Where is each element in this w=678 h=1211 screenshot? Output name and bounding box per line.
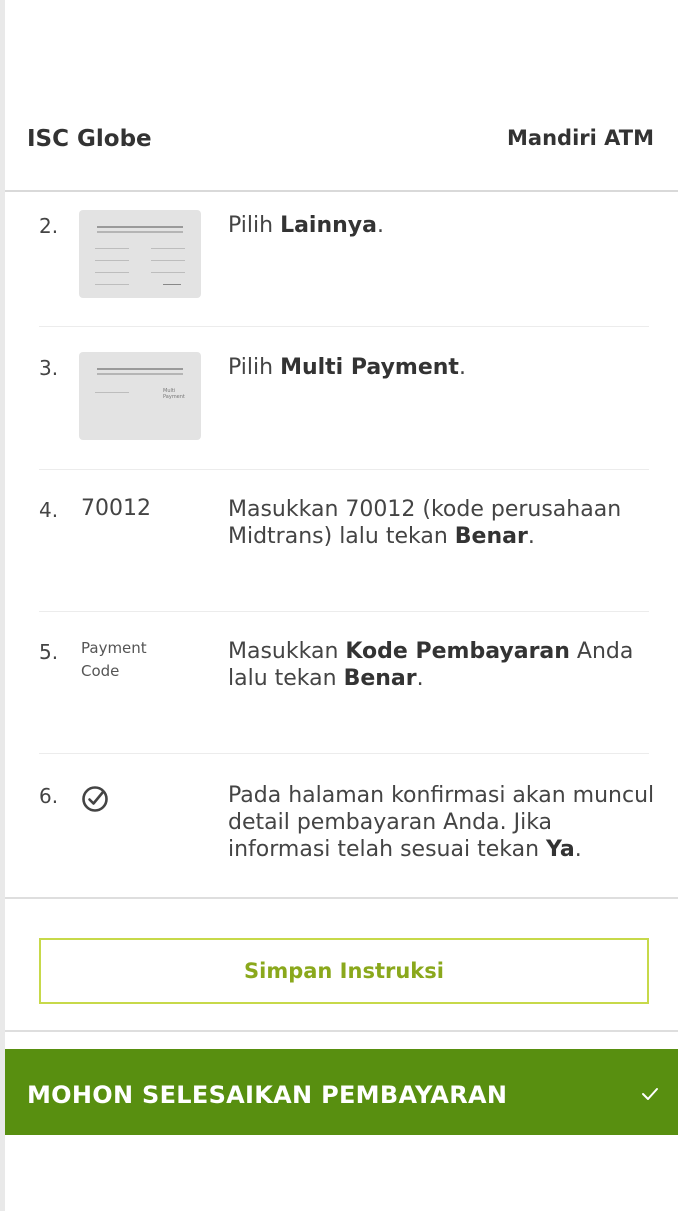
screen-multipayment-thumbnail: Multi Payment bbox=[79, 352, 201, 440]
section-divider bbox=[5, 1030, 678, 1032]
step-number: 2. bbox=[39, 214, 59, 238]
checkmark-icon bbox=[642, 1088, 658, 1100]
banner-label: MOHON SELESAIKAN PEMBAYARAN bbox=[27, 1081, 508, 1109]
step-instruction: Pilih Lainnya. bbox=[228, 213, 384, 238]
merchant-name: ISC Globe bbox=[27, 126, 152, 152]
screen-menu-thumbnail bbox=[79, 210, 201, 298]
step-divider bbox=[39, 326, 649, 327]
step-instruction: Masukkan Kode Pembayaran Anda lalu tekan… bbox=[228, 639, 634, 691]
step-instruction: Masukkan 70012 (kode perusahaan Midtrans… bbox=[228, 497, 622, 549]
step-number: 4. bbox=[39, 498, 59, 522]
step-number: 3. bbox=[39, 356, 59, 380]
complete-payment-banner[interactable]: MOHON SELESAIKAN PEMBAYARAN bbox=[5, 1049, 678, 1135]
section-divider bbox=[5, 897, 678, 899]
step-number: 5. bbox=[39, 640, 59, 664]
step-instruction: Pilih Multi Payment. bbox=[228, 355, 466, 380]
step-divider bbox=[39, 753, 649, 754]
step-instruction: Pada halaman konfirmasi akan muncul deta… bbox=[228, 783, 655, 862]
save-instructions-button[interactable]: Simpan Instruksi bbox=[39, 938, 649, 1004]
step-number: 6. bbox=[39, 784, 59, 808]
payment-method: Mandiri ATM bbox=[507, 126, 654, 150]
step-divider bbox=[39, 469, 649, 470]
thumbnail-caption: Multi Payment bbox=[163, 388, 185, 400]
step-divider bbox=[39, 611, 649, 612]
header: ISC Globe Mandiri ATM bbox=[5, 0, 678, 192]
check-circle-icon bbox=[82, 786, 108, 812]
payment-code-label: Payment Code bbox=[81, 639, 147, 680]
company-code: 70012 bbox=[81, 496, 151, 521]
payment-instructions-screen: ISC Globe Mandiri ATM 2. Pilih Lainnya. bbox=[5, 0, 678, 1211]
